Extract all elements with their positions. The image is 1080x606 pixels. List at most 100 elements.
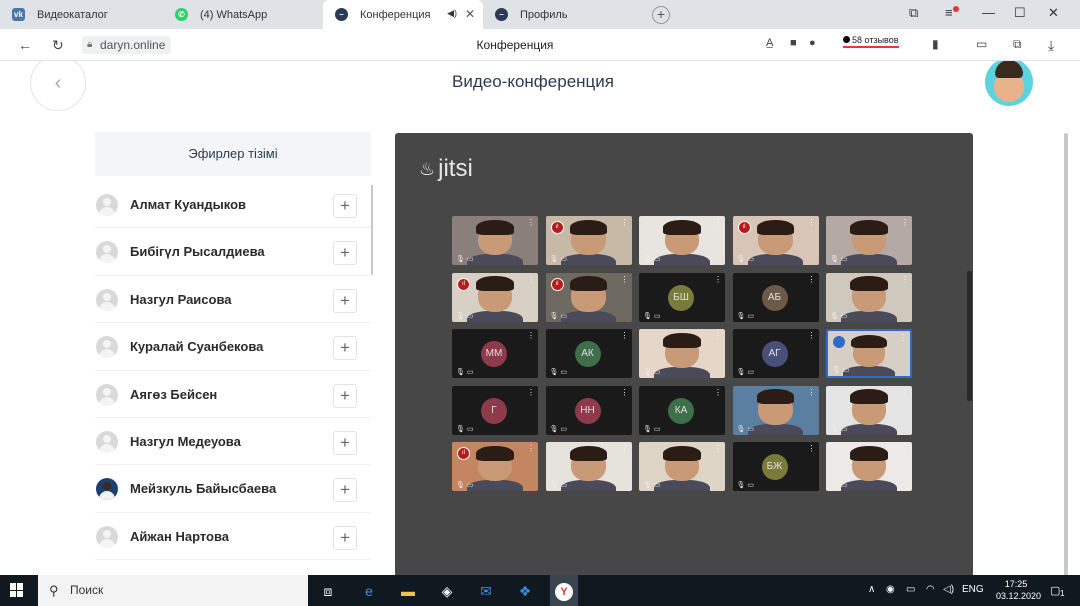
more-options-icon[interactable]: ⋮: [527, 444, 535, 453]
more-options-icon[interactable]: ⋮: [899, 333, 907, 342]
more-options-icon[interactable]: ⋮: [621, 388, 629, 397]
video-tile[interactable]: ıl 🎙︎ ▭ ⋮: [452, 442, 538, 491]
mail-icon[interactable]: ✉: [476, 581, 496, 601]
video-tile[interactable]: 🎙︎ ▭ ⋮: [639, 216, 725, 265]
speaker-icon[interactable]: ◀): [447, 8, 457, 19]
more-options-icon[interactable]: ⋮: [808, 218, 816, 227]
tab-list-icon[interactable]: ⧉: [909, 5, 918, 21]
back-button[interactable]: ‹: [30, 61, 86, 111]
video-tile[interactable]: НН 🎙︎ ▭ ⋮: [545, 385, 632, 435]
more-options-icon[interactable]: ⋮: [714, 444, 722, 453]
add-participant-button[interactable]: +: [333, 383, 357, 408]
tray-app-icon[interactable]: ◉: [886, 584, 895, 595]
video-tile[interactable]: ıl 🎙︎ ▭ ⋮: [732, 216, 819, 265]
extensions-icon[interactable]: ⧉: [1013, 37, 1022, 52]
video-tile[interactable]: ıl 🎙︎ ▭ ⋮: [545, 272, 632, 322]
connection-signal-icon[interactable]: ıl: [550, 277, 564, 291]
sidebar-scrollbar[interactable]: [371, 185, 373, 275]
video-tile[interactable]: АБ 🎙︎ ▭ ⋮: [732, 272, 819, 322]
more-options-icon[interactable]: ⋮: [714, 218, 722, 227]
download-icon[interactable]: ⤓: [1048, 37, 1054, 54]
more-options-icon[interactable]: ⋮: [621, 275, 629, 284]
more-options-icon[interactable]: ⋮: [714, 275, 722, 284]
tray-expand-icon[interactable]: ∧: [868, 584, 875, 595]
add-participant-button[interactable]: +: [333, 288, 357, 313]
volume-icon[interactable]: ◁): [943, 584, 954, 595]
edge-icon[interactable]: e: [359, 581, 379, 601]
more-options-icon[interactable]: ⋮: [808, 275, 816, 284]
more-options-icon[interactable]: ⋮: [901, 444, 909, 453]
more-options-icon[interactable]: ⋮: [901, 218, 909, 227]
video-scrollbar[interactable]: [967, 271, 972, 401]
video-tile[interactable]: 🎙︎ ▭ ⋮: [452, 216, 538, 265]
video-tile[interactable]: ММ 🎙︎ ▭ ⋮: [452, 329, 538, 378]
tab-profile[interactable]: – Профиль: [483, 0, 643, 29]
video-tile[interactable]: КА 🎙︎ ▭ ⋮: [639, 385, 725, 435]
new-tab-button[interactable]: +: [652, 6, 670, 24]
connection-signal-icon[interactable]: ıl: [737, 221, 751, 234]
more-options-icon[interactable]: ⋮: [808, 331, 816, 340]
maximize-icon[interactable]: ☐: [1014, 5, 1026, 21]
add-participant-button[interactable]: +: [333, 525, 357, 550]
more-options-icon[interactable]: ⋮: [527, 388, 535, 397]
more-options-icon[interactable]: ⋮: [527, 331, 535, 340]
connection-signal-icon[interactable]: ıl: [457, 447, 470, 460]
add-participant-button[interactable]: +: [333, 194, 357, 218]
video-tile[interactable]: БЖ 🎙︎ ▭ ⋮: [732, 442, 819, 491]
battery-icon[interactable]: ▭: [976, 37, 987, 51]
add-participant-button[interactable]: +: [333, 336, 357, 361]
menu-icon[interactable]: ≡: [945, 5, 953, 20]
microphone-icon[interactable]: ●: [809, 37, 816, 49]
video-tile-active-speaker[interactable]: 🎙︎ ▭ ⋮: [826, 329, 912, 378]
more-options-icon[interactable]: ⋮: [808, 388, 816, 397]
language-indicator[interactable]: ENG: [962, 584, 984, 595]
page-scrollbar[interactable]: [1064, 133, 1068, 575]
connection-signal-icon[interactable]: ıl: [457, 277, 470, 291]
add-participant-button[interactable]: +: [333, 478, 357, 503]
video-tile[interactable]: 🎙︎ ▭ ⋮: [639, 329, 725, 378]
more-options-icon[interactable]: ⋮: [714, 388, 722, 397]
clock[interactable]: 17:25 03.12.2020: [996, 578, 1041, 602]
connection-signal-icon[interactable]: ıl: [550, 221, 564, 234]
notifications-icon[interactable]: ▢: [1050, 584, 1060, 597]
taskbar-search[interactable]: ⚲ Поиск: [38, 575, 308, 606]
yandex-browser-icon[interactable]: Y: [550, 575, 578, 606]
user-avatar[interactable]: [985, 61, 1033, 106]
video-tile[interactable]: 🎙︎ ▭ ⋮: [826, 385, 912, 435]
video-tile[interactable]: ıl 🎙︎ ▭ ⋮: [545, 216, 632, 265]
reviews-badge[interactable]: 58 отзывов: [843, 35, 899, 48]
close-window-icon[interactable]: ✕: [1048, 5, 1059, 21]
video-tile[interactable]: 🎙︎ ▭ ⋮: [732, 385, 819, 435]
more-options-icon[interactable]: ⋮: [621, 218, 629, 227]
more-options-icon[interactable]: ⋮: [714, 331, 722, 340]
minimize-icon[interactable]: —: [982, 5, 995, 20]
store-icon[interactable]: ◈: [437, 581, 457, 601]
video-tile[interactable]: БШ 🎙︎ ▭ ⋮: [639, 272, 725, 322]
close-tab-icon[interactable]: ✕: [465, 7, 475, 21]
more-options-icon[interactable]: ⋮: [621, 444, 629, 453]
camera-icon[interactable]: ■: [790, 37, 797, 49]
more-options-icon[interactable]: ⋮: [901, 275, 909, 284]
translate-icon[interactable]: A̲: [766, 37, 773, 49]
explorer-icon[interactable]: ▬: [398, 581, 418, 601]
bookmark-icon[interactable]: ▮: [932, 37, 939, 51]
video-tile[interactable]: 🎙︎ ▭ ⋮: [826, 442, 912, 491]
video-tile[interactable]: АГ 🎙︎ ▭ ⋮: [732, 329, 819, 378]
dropbox-icon[interactable]: ❖: [515, 581, 535, 601]
wifi-icon[interactable]: ◠: [926, 584, 935, 595]
task-view-icon[interactable]: ⧈: [318, 581, 338, 601]
video-tile[interactable]: Г 🎙︎ ▭ ⋮: [452, 385, 538, 435]
more-options-icon[interactable]: ⋮: [621, 331, 629, 340]
add-participant-button[interactable]: +: [333, 430, 357, 455]
tab-conference[interactable]: – Конференция ◀) ✕: [323, 0, 483, 29]
more-options-icon[interactable]: ⋮: [527, 218, 535, 227]
windows-start-icon[interactable]: [10, 583, 24, 597]
more-options-icon[interactable]: ⋮: [901, 388, 909, 397]
tab-videocatalog[interactable]: vk Видеокаталог: [0, 0, 163, 29]
video-tile[interactable]: АК 🎙︎ ▭ ⋮: [545, 329, 632, 378]
add-participant-button[interactable]: +: [333, 241, 357, 266]
video-tile[interactable]: 🎙︎ ▭ ⋮: [826, 216, 912, 265]
video-tile[interactable]: ıl 🎙︎ ▭ ⋮: [452, 272, 538, 322]
video-tile[interactable]: 🎙︎ ▭ ⋮: [826, 272, 912, 322]
tray-network-icon[interactable]: ▭: [906, 584, 915, 595]
